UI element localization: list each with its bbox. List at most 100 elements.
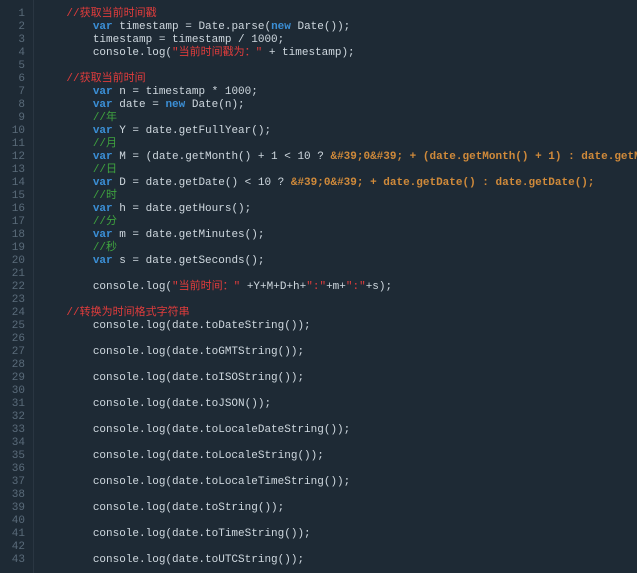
code-line[interactable]: console.log(date.toLocaleString()); (40, 450, 637, 463)
code-token: //月 (93, 138, 117, 150)
code-line[interactable]: console.log("当前时间：" +Y+M+D+h+":"+m+":"+s… (40, 281, 637, 294)
code-line[interactable] (40, 359, 637, 372)
code-line[interactable]: var s = date.getSeconds(); (40, 255, 637, 268)
code-line[interactable] (40, 333, 637, 346)
code-editor[interactable]: 1234567891011121314151617181920212223242… (0, 0, 637, 573)
code-token: &#39;0&#39; + date.getDate() : date.getD… (291, 177, 595, 189)
line-number: 3 (0, 34, 33, 47)
code-line[interactable] (40, 541, 637, 554)
code-line[interactable]: console.log("当前时间戳为：" + timestamp); (40, 47, 637, 60)
line-number: 11 (0, 138, 33, 151)
line-number: 5 (0, 60, 33, 73)
line-number: 28 (0, 359, 33, 372)
line-number-gutter: 1234567891011121314151617181920212223242… (0, 0, 34, 573)
code-token: ":" (306, 281, 326, 293)
code-line[interactable] (40, 489, 637, 502)
code-line[interactable]: //月 (40, 138, 637, 151)
code-line[interactable]: console.log(date.toLocaleTimeString()); (40, 476, 637, 489)
code-token: //秒 (93, 242, 117, 254)
code-token: D = date.getDate() < 10 ? (113, 177, 291, 189)
code-token: n = timestamp * 1000; (113, 86, 258, 98)
code-token: console.log(date.toJSON()); (93, 398, 271, 410)
line-number: 27 (0, 346, 33, 359)
code-line[interactable]: console.log(date.toTimeString()); (40, 528, 637, 541)
code-token: new (271, 21, 291, 33)
code-line[interactable]: var M = (date.getMonth() + 1 < 10 ? &#39… (40, 151, 637, 164)
code-line[interactable]: console.log(date.toString()); (40, 502, 637, 515)
code-line[interactable]: var timestamp = Date.parse(new Date()); (40, 21, 637, 34)
code-token: new (165, 99, 185, 111)
line-number: 8 (0, 99, 33, 112)
code-token: //获取当前时间戳 (66, 8, 156, 20)
code-token: &#39;0&#39; + (date.getMonth() + 1) : da… (330, 151, 637, 163)
line-number: 34 (0, 437, 33, 450)
code-token: +Y+M+D+h+ (240, 281, 306, 293)
code-line[interactable] (40, 294, 637, 307)
code-line[interactable]: var date = new Date(n); (40, 99, 637, 112)
code-token: "当前时间：" (172, 281, 240, 293)
line-number: 12 (0, 151, 33, 164)
code-line[interactable]: console.log(date.toUTCString()); (40, 554, 637, 567)
code-token: s = date.getSeconds(); (113, 255, 265, 267)
code-line[interactable]: //年 (40, 112, 637, 125)
code-token: M = (date.getMonth() + 1 < 10 ? (113, 151, 331, 163)
code-line[interactable] (40, 268, 637, 281)
code-token: ":" (346, 281, 366, 293)
code-line[interactable]: console.log(date.toJSON()); (40, 398, 637, 411)
code-line[interactable]: //转换为时间格式字符串 (40, 307, 637, 320)
code-token: + timestamp); (262, 47, 354, 59)
code-token: +s); (366, 281, 392, 293)
code-line[interactable]: var Y = date.getFullYear(); (40, 125, 637, 138)
code-token: //日 (93, 164, 117, 176)
code-line[interactable]: //日 (40, 164, 637, 177)
code-line[interactable]: var n = timestamp * 1000; (40, 86, 637, 99)
line-number: 26 (0, 333, 33, 346)
code-line[interactable]: console.log(date.toLocaleDateString()); (40, 424, 637, 437)
line-number: 25 (0, 320, 33, 333)
code-line[interactable] (40, 515, 637, 528)
line-number: 29 (0, 372, 33, 385)
code-line[interactable]: timestamp = timestamp / 1000; (40, 34, 637, 47)
line-number: 23 (0, 294, 33, 307)
code-line[interactable] (40, 437, 637, 450)
code-token: var (93, 21, 113, 33)
code-token: console.log(date.toLocaleDateString()); (93, 424, 350, 436)
code-token: timestamp = timestamp / 1000; (93, 34, 284, 46)
code-line[interactable]: //时 (40, 190, 637, 203)
code-line[interactable] (40, 385, 637, 398)
line-number: 17 (0, 216, 33, 229)
code-token: date = (113, 99, 166, 111)
code-token: var (93, 151, 113, 163)
code-token: console.log( (93, 281, 172, 293)
code-line[interactable] (40, 60, 637, 73)
code-line[interactable]: var h = date.getHours(); (40, 203, 637, 216)
code-token: //年 (93, 112, 117, 124)
code-line[interactable]: console.log(date.toISOString()); (40, 372, 637, 385)
code-token: console.log(date.toLocaleTimeString()); (93, 476, 350, 488)
line-number: 37 (0, 476, 33, 489)
line-number: 16 (0, 203, 33, 216)
code-line[interactable]: console.log(date.toGMTString()); (40, 346, 637, 359)
code-line[interactable]: //秒 (40, 242, 637, 255)
line-number: 10 (0, 125, 33, 138)
line-number: 38 (0, 489, 33, 502)
code-token: var (93, 255, 113, 267)
line-number: 21 (0, 268, 33, 281)
line-number: 20 (0, 255, 33, 268)
line-number: 2 (0, 21, 33, 34)
code-token: console.log(date.toUTCString()); (93, 554, 304, 566)
code-line[interactable] (40, 411, 637, 424)
code-line[interactable]: //获取当前时间戳 (40, 8, 637, 21)
code-line[interactable]: //获取当前时间 (40, 73, 637, 86)
code-token: console.log(date.toLocaleString()); (93, 450, 324, 462)
code-area[interactable]: //获取当前时间戳 var timestamp = Date.parse(new… (34, 0, 637, 573)
code-token: console.log(date.toGMTString()); (93, 346, 304, 358)
code-token: +m+ (326, 281, 346, 293)
code-line[interactable]: console.log(date.toDateString()); (40, 320, 637, 333)
code-line[interactable]: var m = date.getMinutes(); (40, 229, 637, 242)
code-token: var (93, 177, 113, 189)
code-line[interactable] (40, 463, 637, 476)
code-line[interactable]: //分 (40, 216, 637, 229)
code-line[interactable]: var D = date.getDate() < 10 ? &#39;0&#39… (40, 177, 637, 190)
line-number: 14 (0, 177, 33, 190)
